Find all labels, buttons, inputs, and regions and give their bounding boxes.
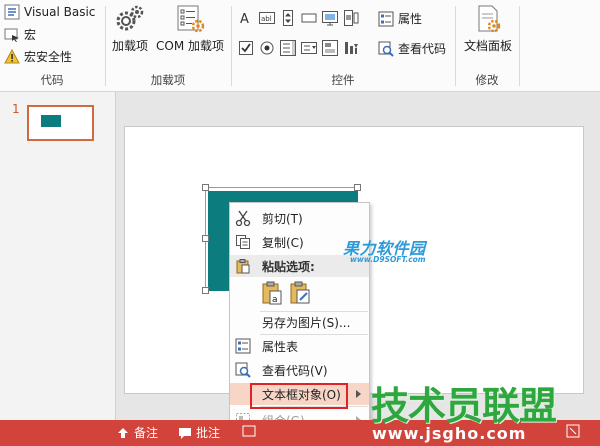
code-group: Visual Basic 宏 宏安全性 代码 — [0, 0, 104, 92]
view-code-icon — [235, 362, 251, 378]
visual-basic-button[interactable]: Visual Basic — [4, 4, 95, 20]
clipboard-icon — [236, 259, 250, 274]
properties-label: 属性 — [398, 12, 423, 26]
paste-options-row: a — [230, 279, 369, 309]
code-group-label: 代码 — [40, 73, 64, 87]
menu-item-label: 查看代码(V) — [262, 364, 328, 378]
highlight-annotation-box — [250, 383, 348, 409]
slide-thumbnail[interactable] — [27, 105, 94, 141]
textbox-control-icon[interactable]: abl — [259, 10, 275, 26]
command-button-control-icon[interactable] — [301, 10, 317, 26]
document-panel-button[interactable]: 文档面板 — [460, 4, 516, 54]
spin-button-control-icon[interactable] — [280, 10, 296, 26]
resize-handle[interactable] — [202, 235, 209, 242]
svg-text:A: A — [240, 12, 249, 26]
fit-slide-button[interactable] — [566, 424, 580, 438]
list-box-control-icon[interactable] — [280, 40, 296, 56]
menu-item-label: 复制(C) — [262, 236, 304, 250]
addins-button[interactable]: 加载项 — [110, 4, 150, 54]
visual-basic-label: Visual Basic — [24, 5, 96, 19]
checkbox-control-icon[interactable] — [238, 40, 254, 56]
submenu-arrow-icon — [356, 390, 361, 398]
comments-label: 批注 — [196, 426, 221, 440]
view-code-icon — [378, 41, 394, 57]
comments-button[interactable]: 批注 — [178, 424, 220, 441]
resize-handle[interactable] — [202, 287, 209, 294]
properties-icon — [378, 11, 394, 26]
controls-group-label: 控件 — [331, 73, 355, 87]
menu-item-property-sheet[interactable]: 属性表 — [230, 335, 369, 357]
notes-icon — [118, 427, 128, 438]
macros-label: 宏 — [24, 28, 37, 42]
com-addins-button[interactable]: COM 加载项 — [154, 4, 226, 54]
svg-text:abl: abl — [261, 15, 272, 23]
com-addins-icon — [177, 5, 205, 33]
slide-number: 1 — [12, 102, 20, 116]
macros-icon — [4, 28, 19, 42]
paste-picture-icon[interactable] — [289, 281, 311, 305]
com-addins-label: COM 加载项 — [156, 39, 224, 53]
properties-icon — [235, 338, 251, 354]
label-control-icon[interactable]: A — [238, 10, 254, 26]
copy-icon — [236, 235, 250, 249]
properties-button[interactable]: 属性 — [378, 10, 422, 27]
combo-box-control-icon[interactable] — [301, 40, 317, 56]
menu-item-label: 另存为图片(S)... — [262, 316, 351, 330]
image-control-icon[interactable] — [322, 10, 338, 26]
watermark-site1-url: www.D9SOFT.com — [350, 255, 426, 264]
gear-icon — [116, 5, 144, 31]
addins-group-label: 加载项 — [150, 73, 186, 87]
fit-slide-icon — [566, 424, 580, 438]
macros-button[interactable]: 宏 — [4, 26, 36, 43]
notes-button[interactable]: 备注 — [116, 424, 158, 441]
menu-header-label: 粘贴选项: — [262, 260, 315, 274]
visual-basic-icon — [4, 4, 20, 20]
ribbon-separator — [519, 6, 520, 86]
view-code-button[interactable]: 查看代码 — [378, 40, 446, 57]
scrollbar-control-icon[interactable] — [343, 10, 359, 26]
menu-item-cut[interactable]: 剪切(T) — [230, 207, 369, 229]
document-panel-label: 文档面板 — [463, 39, 512, 53]
slide-thumbnail-pane: 1 — [0, 92, 116, 420]
comment-icon — [179, 427, 191, 439]
addins-label: 加载项 — [111, 39, 148, 53]
option-button-control-icon[interactable] — [259, 40, 275, 56]
normal-view-button[interactable] — [242, 424, 256, 438]
thumbnail-shape — [41, 115, 61, 127]
controls-group: A abl 属性 查看代码 控件 — [232, 0, 454, 92]
watermark-site2: 技术员联盟 — [371, 384, 557, 428]
view-code-label: 查看代码 — [398, 42, 447, 56]
normal-view-icon — [242, 425, 256, 437]
menu-item-label: 剪切(T) — [262, 212, 303, 226]
resize-handle[interactable] — [354, 184, 361, 191]
document-panel-icon — [478, 5, 501, 33]
macro-security-label: 宏安全性 — [24, 50, 73, 64]
toggle-button-control-icon[interactable] — [322, 40, 338, 56]
paste-keep-text-icon[interactable]: a — [261, 281, 283, 305]
modify-group: 文档面板 修改 — [456, 0, 518, 92]
menu-item-view-code[interactable]: 查看代码(V) — [230, 359, 369, 381]
modify-group-label: 修改 — [475, 73, 499, 87]
svg-text:a: a — [272, 295, 278, 305]
menu-item-save-as-picture[interactable]: 另存为图片(S)... — [230, 311, 369, 333]
watermark-site2-url: www.jsgho.com — [372, 424, 527, 443]
resize-handle[interactable] — [202, 184, 209, 191]
scissors-icon — [235, 210, 251, 226]
addins-group: 加载项 COM 加载项 加载项 — [106, 0, 230, 92]
ribbon: Visual Basic 宏 宏安全性 代码 加载项 COM 加载项 加载项 A… — [0, 0, 600, 92]
warning-icon — [4, 48, 20, 63]
notes-label: 备注 — [134, 426, 159, 440]
menu-item-label: 属性表 — [262, 340, 299, 354]
more-controls-icon[interactable] — [343, 40, 359, 56]
macro-security-button[interactable]: 宏安全性 — [4, 48, 72, 65]
